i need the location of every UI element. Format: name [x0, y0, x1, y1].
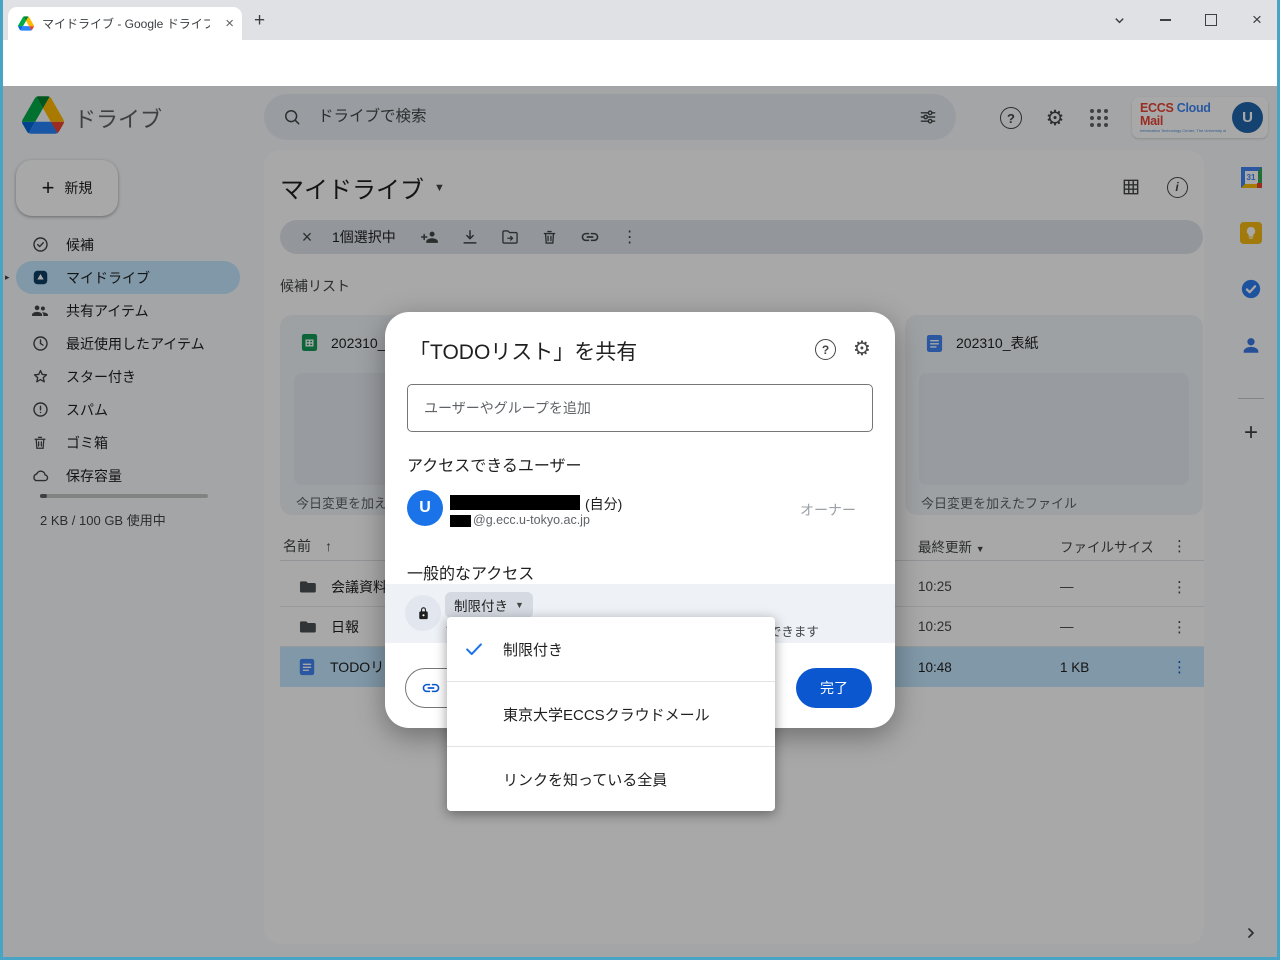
tab-bar: マイドライブ - Google ドライブ × + × — [0, 0, 1280, 40]
owner-self-label: (自分) — [585, 496, 623, 512]
new-tab-button[interactable]: + — [254, 10, 265, 32]
general-access-label: 一般的なアクセス — [407, 566, 535, 583]
dialog-help-icon[interactable]: ? — [815, 339, 836, 360]
browser-tab[interactable]: マイドライブ - Google ドライブ × — [8, 7, 242, 40]
menu-item-eccs-cloud-mail[interactable]: 東京大学ECCSクラウドメール — [447, 681, 775, 746]
access-level-menu: 制限付き 東京大学ECCSクラウドメール リンクを知っている全員 — [447, 617, 775, 811]
window-maximize-button[interactable] — [1188, 0, 1234, 40]
lock-icon — [405, 595, 441, 631]
add-people-input[interactable] — [407, 384, 873, 432]
menu-item-anyone-with-link[interactable]: リンクを知っている全員 — [447, 746, 775, 811]
chevron-down-icon: ▼ — [515, 600, 524, 610]
tab-search-icon[interactable] — [1096, 0, 1142, 40]
redacted-owner-name — [450, 495, 580, 510]
owner-role-label: オーナー — [800, 502, 856, 518]
browser-toolbar: drive.google.com/drive/my-drive U ⋮ — [0, 40, 1280, 118]
tab-title: マイドライブ - Google ドライブ — [42, 17, 210, 31]
drive-favicon — [18, 16, 34, 31]
owner-email: @g.ecc.u-tokyo.ac.jp — [473, 513, 590, 527]
link-icon — [422, 683, 440, 693]
people-with-access-label: アクセスできるユーザー — [407, 458, 582, 475]
redacted-email-prefix — [450, 515, 471, 527]
check-icon — [463, 638, 485, 660]
access-level-dropdown[interactable]: 制限付き ▼ — [445, 592, 533, 618]
owner-avatar: U — [407, 490, 443, 526]
browser-window: マイドライブ - Google ドライブ × + × drive.google.… — [0, 0, 1280, 960]
menu-item-restricted[interactable]: 制限付き — [447, 617, 775, 681]
window-close-button[interactable]: × — [1234, 0, 1280, 40]
dialog-title: 「TODOリスト」を共有 — [409, 341, 638, 364]
window-minimize-button[interactable] — [1142, 0, 1188, 40]
drive-app: ドライブ ? ⚙ ECCS Cloud Mail Information Tec… — [0, 86, 1280, 957]
tab-close-icon[interactable]: × — [225, 16, 234, 31]
dialog-settings-gear-icon[interactable]: ⚙ — [853, 336, 871, 361]
done-button[interactable]: 完了 — [796, 668, 872, 708]
